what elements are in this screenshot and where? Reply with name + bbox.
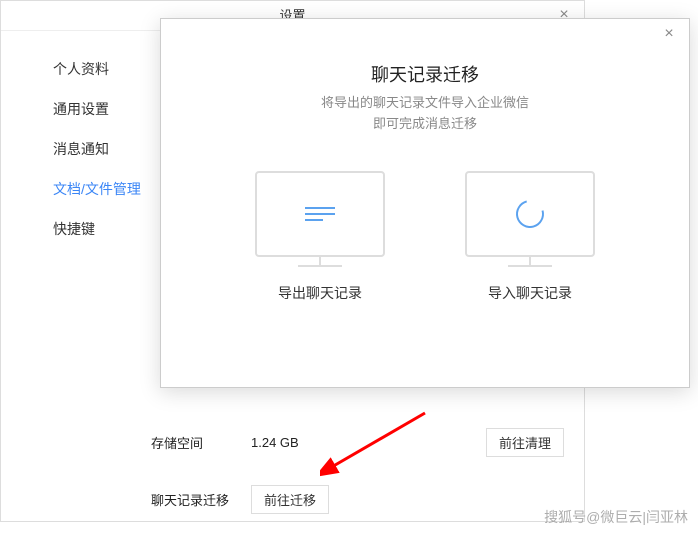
settings-sidebar: 个人资料 通用设置 消息通知 文档/文件管理 快捷键 — [1, 31, 141, 521]
export-monitor-icon — [255, 171, 385, 257]
export-option-label: 导出聊天记录 — [278, 283, 362, 303]
modal-options: 导出聊天记录 导入聊天记录 — [161, 171, 689, 303]
export-lines-icon — [305, 203, 335, 225]
export-option[interactable]: 导出聊天记录 — [255, 171, 385, 303]
migrate-label: 聊天记录迁移 — [151, 490, 251, 509]
watermark-text: 搜狐号@微巨云|闫亚林 — [544, 507, 688, 527]
storage-clean-button[interactable]: 前往清理 — [486, 428, 564, 457]
modal-sub-line2: 即可完成消息迁移 — [373, 116, 477, 131]
modal-title: 聊天记录迁移 — [161, 61, 689, 87]
storage-label: 存储空间 — [151, 433, 251, 452]
sidebar-item-notifications[interactable]: 消息通知 — [1, 129, 141, 169]
sidebar-item-shortcuts[interactable]: 快捷键 — [1, 209, 141, 249]
modal-subtitle: 将导出的聊天记录文件导入企业微信 即可完成消息迁移 — [161, 93, 689, 135]
sidebar-item-files[interactable]: 文档/文件管理 — [1, 169, 141, 209]
modal-sub-line1: 将导出的聊天记录文件导入企业微信 — [321, 95, 529, 110]
migrate-modal: × 聊天记录迁移 将导出的聊天记录文件导入企业微信 即可完成消息迁移 导出聊天记… — [160, 18, 690, 388]
sidebar-item-general[interactable]: 通用设置 — [1, 89, 141, 129]
import-option[interactable]: 导入聊天记录 — [465, 171, 595, 303]
import-option-label: 导入聊天记录 — [488, 283, 572, 303]
migrate-go-button[interactable]: 前往迁移 — [251, 485, 329, 514]
storage-value: 1.24 GB — [251, 435, 486, 450]
modal-close-button[interactable]: × — [655, 23, 683, 47]
import-monitor-icon — [465, 171, 595, 257]
import-circle-icon — [511, 194, 549, 232]
sidebar-item-profile[interactable]: 个人资料 — [1, 49, 141, 89]
